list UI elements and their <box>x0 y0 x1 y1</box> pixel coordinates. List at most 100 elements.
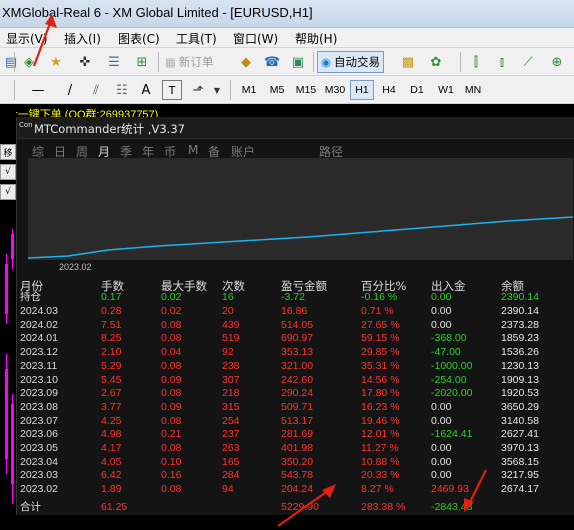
new-chart-icon[interactable]: ▤ <box>1 52 21 72</box>
cell-balance: 1920.53 <box>501 387 539 400</box>
cell-percent: 12.01 % <box>361 428 400 441</box>
period-m5[interactable]: M5 <box>264 80 290 100</box>
cell-deposit-withdraw: 0.00 <box>431 414 452 427</box>
cell-profit: 509.71 <box>281 400 314 413</box>
fibo-tool-icon[interactable]: ☷ <box>112 80 132 100</box>
cell-balance: 3650.29 <box>501 400 539 413</box>
market-icon[interactable]: ▩ <box>398 52 418 72</box>
cell-trades: 92 <box>222 346 234 359</box>
cell-trades: 237 <box>222 428 240 441</box>
candle <box>11 404 14 484</box>
line-chart-icon[interactable]: ⟋ <box>518 52 538 72</box>
zoom-in-icon[interactable]: ⊕ <box>547 52 567 72</box>
trendline-tool-icon[interactable]: / <box>60 80 80 100</box>
cell-profit: 321.00 <box>281 359 314 372</box>
cell-month: 2024.03 <box>20 305 58 317</box>
cell-month: 持仓 <box>20 291 41 303</box>
period-mn[interactable]: MN <box>460 80 486 100</box>
data-window-icon[interactable]: ☰ <box>104 52 124 72</box>
label-tool-icon[interactable]: T <box>162 80 182 100</box>
cell-max-lots: 0.08 <box>161 387 182 400</box>
cell-percent: 17.80 % <box>361 387 400 400</box>
new-order-button[interactable]: ▦ 新订单 <box>162 51 216 73</box>
period-m30[interactable]: M30 <box>321 80 349 100</box>
cell-profit: 16.86 <box>281 305 308 317</box>
cell-deposit-withdraw: 0.00 <box>431 400 452 413</box>
total-percent: 283.38 % <box>361 501 406 513</box>
navigator-icon[interactable]: ⊞ <box>132 52 152 72</box>
metaeditor-icon[interactable]: ◆ <box>236 52 256 72</box>
title-bar: XMGlobal-Real 6 - XM Global Limited - [E… <box>0 0 574 28</box>
cell-balance: 3568.15 <box>501 455 539 468</box>
cell-percent: 20.33 % <box>361 469 400 482</box>
table-row: 2023.10 5.45 0.09 307 242.60 14.56 % -254.00 19… <box>16 374 574 388</box>
table-row: 2023.12 2.10 0.04 92 353.13 29.85 % -47.00 1536… <box>16 346 574 360</box>
menu-insert[interactable]: 插入(I) <box>64 30 101 47</box>
cell-month: 2023.11 <box>20 359 58 372</box>
tab-magic[interactable]: M <box>188 143 198 157</box>
cell-trades: 263 <box>222 442 240 454</box>
period-m1[interactable]: M1 <box>236 80 262 100</box>
check-button-1[interactable]: √ <box>0 164 16 180</box>
cell-lots: 4.25 <box>101 414 122 427</box>
cell-balance: 2674.17 <box>501 483 539 496</box>
cell-percent: 29.85 % <box>361 346 400 359</box>
candlestick-icon[interactable]: ⫾ <box>492 52 512 72</box>
cell-deposit-withdraw: -2020.00 <box>431 387 473 400</box>
move-button[interactable]: 移 <box>0 144 16 160</box>
period-w1[interactable]: W1 <box>433 80 459 100</box>
cell-balance: 1909.13 <box>501 373 539 386</box>
crosshair-icon[interactable]: ✜ <box>75 52 95 72</box>
cell-trades: 218 <box>222 387 240 400</box>
period-h1[interactable]: H1 <box>350 80 374 100</box>
left-chart-strip: 移 √ √ <box>0 104 16 530</box>
hline-tool-icon[interactable]: — <box>28 80 48 100</box>
table-row: 2024.02 7.51 0.08 439 514.05 27.65 % 0.00 2373.… <box>16 319 574 333</box>
table-row: 2023.11 5.29 0.08 238 321.00 35.31 % -1000.00 1… <box>16 360 574 374</box>
cell-month: 2023.04 <box>20 455 58 468</box>
cell-trades: 254 <box>222 414 240 427</box>
cell-month: 2023.06 <box>20 428 58 441</box>
cell-deposit-withdraw: -368.00 <box>431 332 467 345</box>
check-button-2[interactable]: √ <box>0 184 16 200</box>
cell-max-lots: 0.08 <box>161 318 182 331</box>
standard-toolbar: ▤ ◈ ★ ✜ ☰ ⊞ ▦ 新订单 ◆ ☎ ▣ ◉ 自动交易 ▩ ✿ ⫿ ⫾ ⟋… <box>0 48 574 76</box>
account-icon[interactable]: ☎ <box>262 52 282 72</box>
period-m15[interactable]: M15 <box>292 80 320 100</box>
arrow-tool-icon[interactable]: ⬏ <box>188 80 208 100</box>
cell-balance: 3970.13 <box>501 442 539 454</box>
cell-max-lots: 0.08 <box>161 414 182 427</box>
plugin-title-bar[interactable]: Con MTCommander统计 ,V3.37 <box>17 117 574 139</box>
options-gear-icon[interactable]: ✿ <box>426 52 446 72</box>
cell-profit: -3.72 <box>281 291 305 303</box>
cell-trades: 284 <box>222 469 240 482</box>
period-h4[interactable]: H4 <box>377 80 401 100</box>
cell-balance: 2390.14 <box>501 291 539 303</box>
cell-max-lots: 0.02 <box>161 305 182 317</box>
menu-charts[interactable]: 图表(C) <box>118 30 160 47</box>
menu-tools[interactable]: 工具(T) <box>176 30 217 47</box>
text-tool-icon[interactable]: A <box>136 80 156 100</box>
cell-percent: 14.56 % <box>361 373 400 386</box>
cell-month: 2023.05 <box>20 442 58 454</box>
cell-lots: 4.05 <box>101 455 122 468</box>
bar-chart-icon[interactable]: ⫿ <box>466 52 486 72</box>
period-d1[interactable]: D1 <box>405 80 429 100</box>
chevron-down-icon[interactable]: ▼ <box>207 80 227 100</box>
cell-profit: 290.24 <box>281 387 314 400</box>
cell-lots: 6.42 <box>101 469 122 482</box>
auto-trading-button[interactable]: ◉ 自动交易 <box>317 51 385 73</box>
cell-deposit-withdraw: 0.00 <box>431 318 452 331</box>
cell-balance: 3217.95 <box>501 469 539 482</box>
menu-window[interactable]: 窗口(W) <box>233 30 278 47</box>
cell-month: 2023.08 <box>20 400 58 413</box>
cell-balance: 1859.23 <box>501 332 539 345</box>
signals-icon[interactable]: ▣ <box>288 52 308 72</box>
cell-lots: 1.89 <box>101 483 122 496</box>
annotation-arrow-deposit <box>464 469 487 512</box>
menu-help[interactable]: 帮助(H) <box>295 30 337 47</box>
cell-trades: 307 <box>222 373 240 386</box>
cell-trades: 315 <box>222 400 240 413</box>
channel-tool-icon[interactable]: ⫽ <box>86 80 106 100</box>
auto-trading-icon: ◉ <box>321 55 332 69</box>
